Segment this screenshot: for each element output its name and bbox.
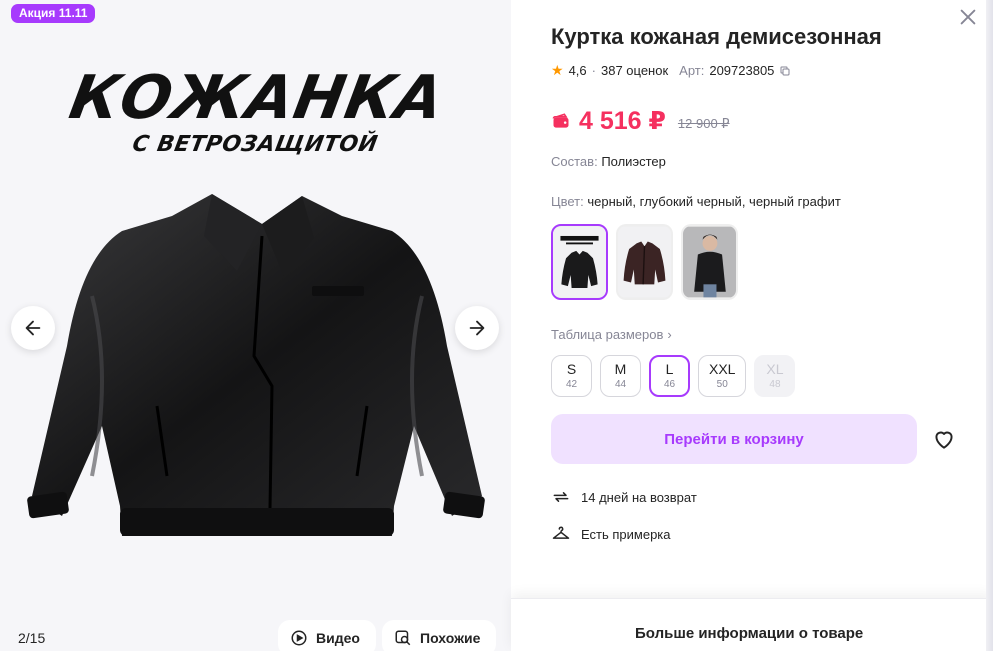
- feature-fitting-label: Есть примерка: [581, 526, 671, 542]
- size-ru: 50: [716, 379, 728, 390]
- article-number: 209723805: [709, 63, 775, 78]
- play-icon: [291, 630, 307, 646]
- size-ru: 44: [614, 379, 627, 390]
- star-icon: ★: [551, 62, 564, 78]
- feature-return-label: 14 дней на возврат: [581, 489, 697, 505]
- more-info-bar[interactable]: Больше информации о товаре: [511, 598, 993, 651]
- product-meta: ★ 4,6 · 387 оценок Арт: 209723805: [551, 62, 791, 79]
- promo-badge[interactable]: Акция 11.11: [11, 4, 96, 23]
- next-image-button[interactable]: [455, 306, 499, 350]
- feature-return: 14 дней на возврат: [551, 487, 697, 507]
- size-option-l[interactable]: L 46: [649, 355, 690, 397]
- size-option-xxl[interactable]: XXL 50: [698, 355, 747, 397]
- heart-icon[interactable]: [931, 426, 957, 452]
- search-similar-icon: [395, 630, 411, 646]
- color-label: Цвет:: [551, 194, 584, 209]
- wallet-icon: [552, 113, 569, 128]
- jacket-image: [27, 194, 485, 536]
- chevron-right-icon: ›: [667, 327, 672, 342]
- size-label: L: [665, 361, 674, 377]
- similar-label: Похожие: [420, 630, 481, 646]
- hanger-icon: [552, 526, 570, 539]
- arrow-left-icon: [25, 320, 41, 336]
- size-label: XXL: [709, 361, 736, 377]
- prev-image-button[interactable]: [11, 306, 55, 350]
- size-label: XL: [766, 361, 784, 377]
- image-subheadline: С ВЕТРОЗАЩИТОЙ: [130, 132, 380, 157]
- size-selector: S 42 M 44 L 46 XXL 50 XL 48: [551, 355, 796, 397]
- product-gallery: Акция 11.11 КОЖАНКА С ВЕТРОЗАЩИТОЙ 2/15 …: [0, 0, 511, 651]
- size-label: M: [614, 361, 627, 377]
- composition-label: Состав:: [551, 154, 598, 169]
- color-swatches: [551, 224, 738, 300]
- composition-value: Полиэстер: [601, 154, 666, 169]
- product-title: Куртка кожаная демисезонная: [551, 24, 882, 49]
- image-counter: 2/15: [18, 630, 46, 646]
- product-modal: Акция 11.11 КОЖАНКА С ВЕТРОЗАЩИТОЙ 2/15 …: [0, 0, 993, 651]
- more-info-label: Больше информации о товаре: [635, 625, 864, 642]
- video-label: Видео: [316, 630, 360, 646]
- reviews-link[interactable]: 387 оценок: [601, 63, 668, 78]
- return-arrows-icon: [553, 492, 569, 502]
- image-headline: КОЖАНКА: [64, 63, 450, 133]
- composition: Состав: Полиэстер: [551, 154, 666, 169]
- size-option-xl: XL 48: [754, 355, 796, 397]
- size-option-s[interactable]: S 42: [551, 355, 592, 397]
- color-swatch-graphite[interactable]: [681, 224, 738, 300]
- article-label: Арт:: [679, 63, 705, 78]
- color-value: черный, глубокий черный, черный графит: [587, 194, 841, 209]
- color-swatch-deep-black[interactable]: [616, 224, 673, 300]
- color: Цвет: черный, глубокий черный, черный гр…: [551, 194, 841, 209]
- price-row: 4 516 ₽ 12 900 ₽: [551, 106, 730, 136]
- size-table-link[interactable]: Таблица размеров ›: [551, 327, 672, 342]
- product-info: Куртка кожаная демисезонная ★ 4,6 · 387 …: [511, 0, 993, 651]
- size-ru: 42: [565, 379, 578, 390]
- current-price: 4 516 ₽: [579, 107, 666, 135]
- meta-separator: ·: [591, 63, 596, 78]
- video-button[interactable]: Видео: [278, 620, 376, 651]
- arrow-right-icon: [469, 320, 485, 336]
- rating: 4,6: [568, 63, 587, 78]
- old-price: 12 900 ₽: [677, 116, 730, 131]
- close-icon[interactable]: [957, 6, 979, 28]
- color-swatch-black[interactable]: [551, 224, 608, 300]
- similar-button[interactable]: Похожие: [382, 620, 497, 651]
- size-ru: 48: [769, 379, 781, 390]
- feature-fitting: Есть примерка: [551, 524, 671, 544]
- copy-icon[interactable]: [779, 65, 791, 77]
- go-to-cart-button[interactable]: Перейти в корзину: [551, 414, 917, 464]
- page-edge: [986, 0, 993, 651]
- swatch-thumbnail: [683, 226, 736, 298]
- size-label: S: [566, 361, 577, 377]
- size-ru: 46: [663, 379, 676, 390]
- size-option-m[interactable]: M 44: [600, 355, 641, 397]
- swatch-thumbnail: [618, 226, 671, 298]
- size-table-label: Таблица размеров: [551, 327, 664, 342]
- swatch-thumbnail: [553, 226, 606, 298]
